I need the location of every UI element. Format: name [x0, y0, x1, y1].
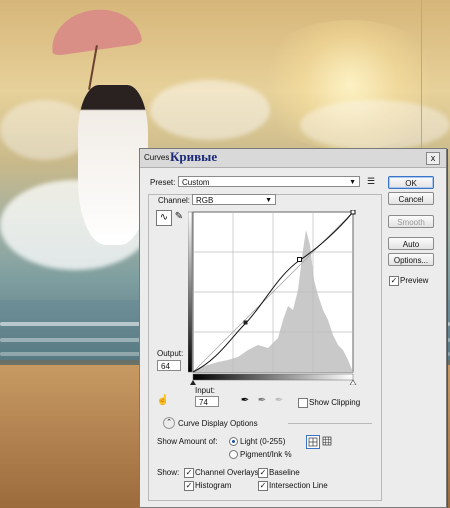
- auto-button[interactable]: Auto: [388, 237, 434, 250]
- curve-endpoint: [350, 210, 356, 215]
- curve-point: [243, 320, 248, 325]
- ok-button[interactable]: OK: [388, 176, 434, 189]
- curve-display-options-label: Curve Display Options: [178, 419, 258, 428]
- channel-select[interactable]: RGB ▼: [192, 194, 276, 205]
- chevron-down-icon: ▼: [349, 179, 356, 186]
- options-button[interactable]: Options...: [388, 253, 434, 266]
- baseline-checkbox[interactable]: ✓: [258, 468, 268, 478]
- output-field[interactable]: 64: [157, 360, 181, 371]
- dialog-title: Curves: [144, 153, 170, 162]
- overlay-title: Кривые: [170, 149, 218, 164]
- channel-overlays-checkbox[interactable]: ✓: [184, 468, 194, 478]
- histogram-checkbox[interactable]: ✓: [184, 481, 194, 491]
- close-button[interactable]: x: [426, 152, 440, 165]
- white-point-slider: [349, 379, 357, 385]
- pigment-label: Pigment/Ink %: [240, 450, 292, 459]
- channel-overlays-label: Channel Overlays: [195, 468, 259, 477]
- channel-value: RGB: [196, 196, 214, 205]
- intersection-line-label: Intersection Line: [269, 481, 328, 490]
- list-menu-icon[interactable]: ☰: [367, 176, 375, 187]
- white-eyedropper-icon[interactable]: ✒: [272, 394, 286, 408]
- baseline-label: Baseline: [269, 468, 300, 477]
- preset-value: Custom: [182, 178, 210, 187]
- preset-select[interactable]: Custom ▼: [178, 176, 360, 187]
- guide-line: [421, 0, 422, 150]
- grid-4x4-icon[interactable]: [306, 435, 320, 449]
- curves-graph[interactable]: [188, 210, 358, 385]
- output-gradient-bar: [188, 211, 193, 373]
- light-label: Light (0-255): [240, 437, 286, 446]
- preview-checkbox[interactable]: ✓: [389, 276, 399, 286]
- show-amount-label: Show Amount of:: [157, 437, 218, 446]
- input-label: Input:: [195, 386, 216, 395]
- show-label: Show:: [157, 468, 180, 477]
- input-field[interactable]: 74: [195, 396, 219, 407]
- cancel-button[interactable]: Cancel: [388, 192, 434, 205]
- cloud: [150, 80, 270, 140]
- chevron-down-icon: ▼: [265, 197, 272, 204]
- cloud: [300, 100, 450, 150]
- title-bar[interactable]: Curves Кривые x: [140, 149, 446, 168]
- preview-label: Preview: [400, 276, 429, 285]
- grid-10x10-icon[interactable]: [321, 435, 333, 447]
- output-label: Output:: [157, 349, 184, 358]
- preset-label: Preset:: [150, 178, 176, 187]
- divider: [288, 423, 372, 424]
- curves-dialog: Curves Кривые x Preset: Custom ▼ ☰ OK Ca…: [139, 148, 447, 508]
- chevron-up-icon[interactable]: ⌃: [163, 417, 175, 429]
- black-point-slider: [190, 380, 196, 385]
- pencil-icon[interactable]: ✎: [172, 210, 186, 224]
- input-gradient-bar: [192, 373, 354, 381]
- show-clipping-label: Show Clipping: [309, 398, 361, 407]
- cloud: [0, 100, 90, 160]
- histogram-label: Histogram: [195, 481, 232, 490]
- intersection-line-checkbox[interactable]: ✓: [258, 481, 268, 491]
- gray-eyedropper-icon[interactable]: ✒: [255, 394, 269, 408]
- targeted-adjustment-icon[interactable]: ☝: [156, 394, 170, 408]
- show-clipping-checkbox[interactable]: [298, 398, 308, 408]
- black-eyedropper-icon[interactable]: ✒: [238, 394, 252, 408]
- pigment-radio[interactable]: [229, 450, 238, 459]
- smooth-button[interactable]: Smooth: [388, 215, 434, 228]
- curve-point-selected: [297, 257, 302, 262]
- woman-figure: [78, 85, 148, 245]
- curve-point-tool-icon[interactable]: ∿: [156, 210, 172, 226]
- channel-label: Channel:: [158, 196, 191, 205]
- light-radio[interactable]: [229, 437, 238, 446]
